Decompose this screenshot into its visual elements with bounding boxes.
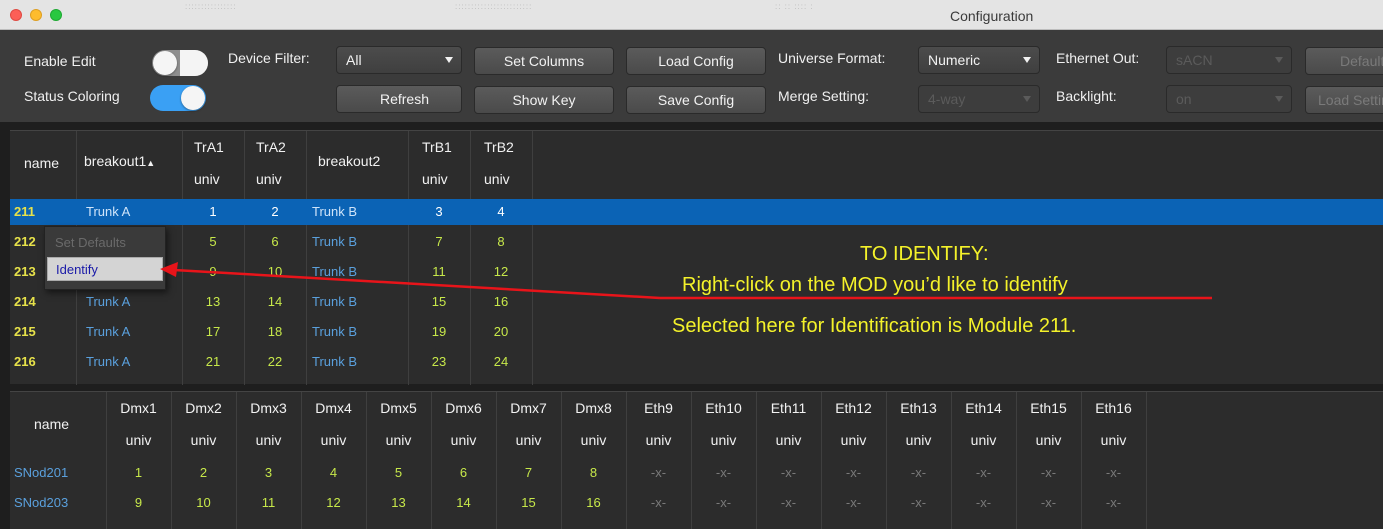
universe-cell: -x-	[650, 465, 667, 480]
universe-cell: -x-	[1040, 495, 1057, 510]
column-header-univ: univ	[255, 432, 282, 448]
column-header-univ: univ	[1100, 432, 1127, 448]
column-header-dmx5[interactable]: Dmx5	[366, 400, 431, 416]
universe-cell: 2	[199, 465, 208, 480]
universe-cell: 16	[586, 495, 601, 510]
column-header-univ: univ	[580, 432, 607, 448]
column-header-univ: univ	[905, 432, 932, 448]
universe-cell: 6	[459, 465, 468, 480]
column-header-eth10[interactable]: Eth10	[691, 400, 756, 416]
universe-cell: 10	[196, 495, 211, 510]
universe-cell: -x-	[650, 495, 667, 510]
universe-cell: 12	[326, 495, 341, 510]
universe-cell: -x-	[1040, 465, 1057, 480]
universe-cell: -x-	[910, 465, 927, 480]
column-header-univ: univ	[970, 432, 997, 448]
column-header-dmx2[interactable]: Dmx2	[171, 400, 236, 416]
column-header-eth14[interactable]: Eth14	[951, 400, 1016, 416]
node-table: name Dmx1 univ Dmx2 univ Dmx3 univ Dmx4 univ Dmx…	[10, 391, 1383, 529]
universe-cell: 7	[524, 465, 533, 480]
universe-cell: -x-	[780, 495, 797, 510]
universe-cell: -x-	[1105, 495, 1122, 510]
column-header-dmx3[interactable]: Dmx3	[236, 400, 301, 416]
universe-cell: 9	[134, 495, 143, 510]
column-header-univ: univ	[645, 432, 672, 448]
column-header-dmx4[interactable]: Dmx4	[301, 400, 366, 416]
universe-cell: 15	[521, 495, 536, 510]
column-header-eth13[interactable]: Eth13	[886, 400, 951, 416]
column-header-dmx8[interactable]: Dmx8	[561, 400, 626, 416]
column-header-eth16[interactable]: Eth16	[1081, 400, 1146, 416]
column-header-dmx7[interactable]: Dmx7	[496, 400, 561, 416]
table-row[interactable]: SNod203 9 10 11 12 13 14 15 16 -x- -x- -x- -x- -x- -x-…	[10, 490, 1383, 516]
annotation-line-2: Right-click on the MOD you’d like to ide…	[682, 274, 1068, 296]
universe-cell: -x-	[845, 495, 862, 510]
universe-cell: 5	[394, 465, 403, 480]
column-header-eth11[interactable]: Eth11	[756, 400, 821, 416]
universe-cell: 4	[329, 465, 338, 480]
column-header-univ: univ	[775, 432, 802, 448]
column-header-univ: univ	[515, 432, 542, 448]
universe-cell: -x-	[975, 465, 992, 480]
universe-cell: -x-	[910, 495, 927, 510]
column-header-univ: univ	[385, 432, 412, 448]
universe-cell: 14	[456, 495, 471, 510]
column-header-dmx1[interactable]: Dmx1	[106, 400, 171, 416]
universe-cell: -x-	[715, 465, 732, 480]
row-name-cell: SNod203	[14, 495, 69, 510]
column-header-univ: univ	[840, 432, 867, 448]
column-header-univ: univ	[1035, 432, 1062, 448]
universe-cell: 13	[391, 495, 406, 510]
annotation-arrowhead	[160, 262, 178, 277]
annotation-line-1: TO IDENTIFY:	[860, 243, 989, 265]
row-name-cell: SNod201	[14, 465, 69, 480]
universe-cell: -x-	[780, 465, 797, 480]
column-header-name[interactable]: name	[34, 416, 69, 432]
column-header-eth9[interactable]: Eth9	[626, 400, 691, 416]
universe-cell: -x-	[1105, 465, 1122, 480]
annotation-line-3: Selected here for Identification is Modu…	[672, 315, 1077, 337]
table-row[interactable]: SNod201 1 2 3 4 5 6 7 8 -x- -x- -x- -x- -x- -x- -x- -x-	[10, 460, 1383, 486]
column-header-univ: univ	[190, 432, 217, 448]
universe-cell: 8	[589, 465, 598, 480]
column-header-dmx6[interactable]: Dmx6	[431, 400, 496, 416]
annotation-arrow-shaft	[173, 268, 661, 300]
column-header-eth12[interactable]: Eth12	[821, 400, 886, 416]
column-header-univ: univ	[710, 432, 737, 448]
universe-cell: 11	[261, 495, 276, 510]
universe-cell: 3	[264, 465, 273, 480]
column-header-univ: univ	[450, 432, 477, 448]
column-header-univ: univ	[125, 432, 152, 448]
column-header-univ: univ	[320, 432, 347, 448]
column-header-eth15[interactable]: Eth15	[1016, 400, 1081, 416]
universe-cell: -x-	[845, 465, 862, 480]
universe-cell: 1	[134, 465, 143, 480]
universe-cell: -x-	[715, 495, 732, 510]
universe-cell: -x-	[975, 495, 992, 510]
